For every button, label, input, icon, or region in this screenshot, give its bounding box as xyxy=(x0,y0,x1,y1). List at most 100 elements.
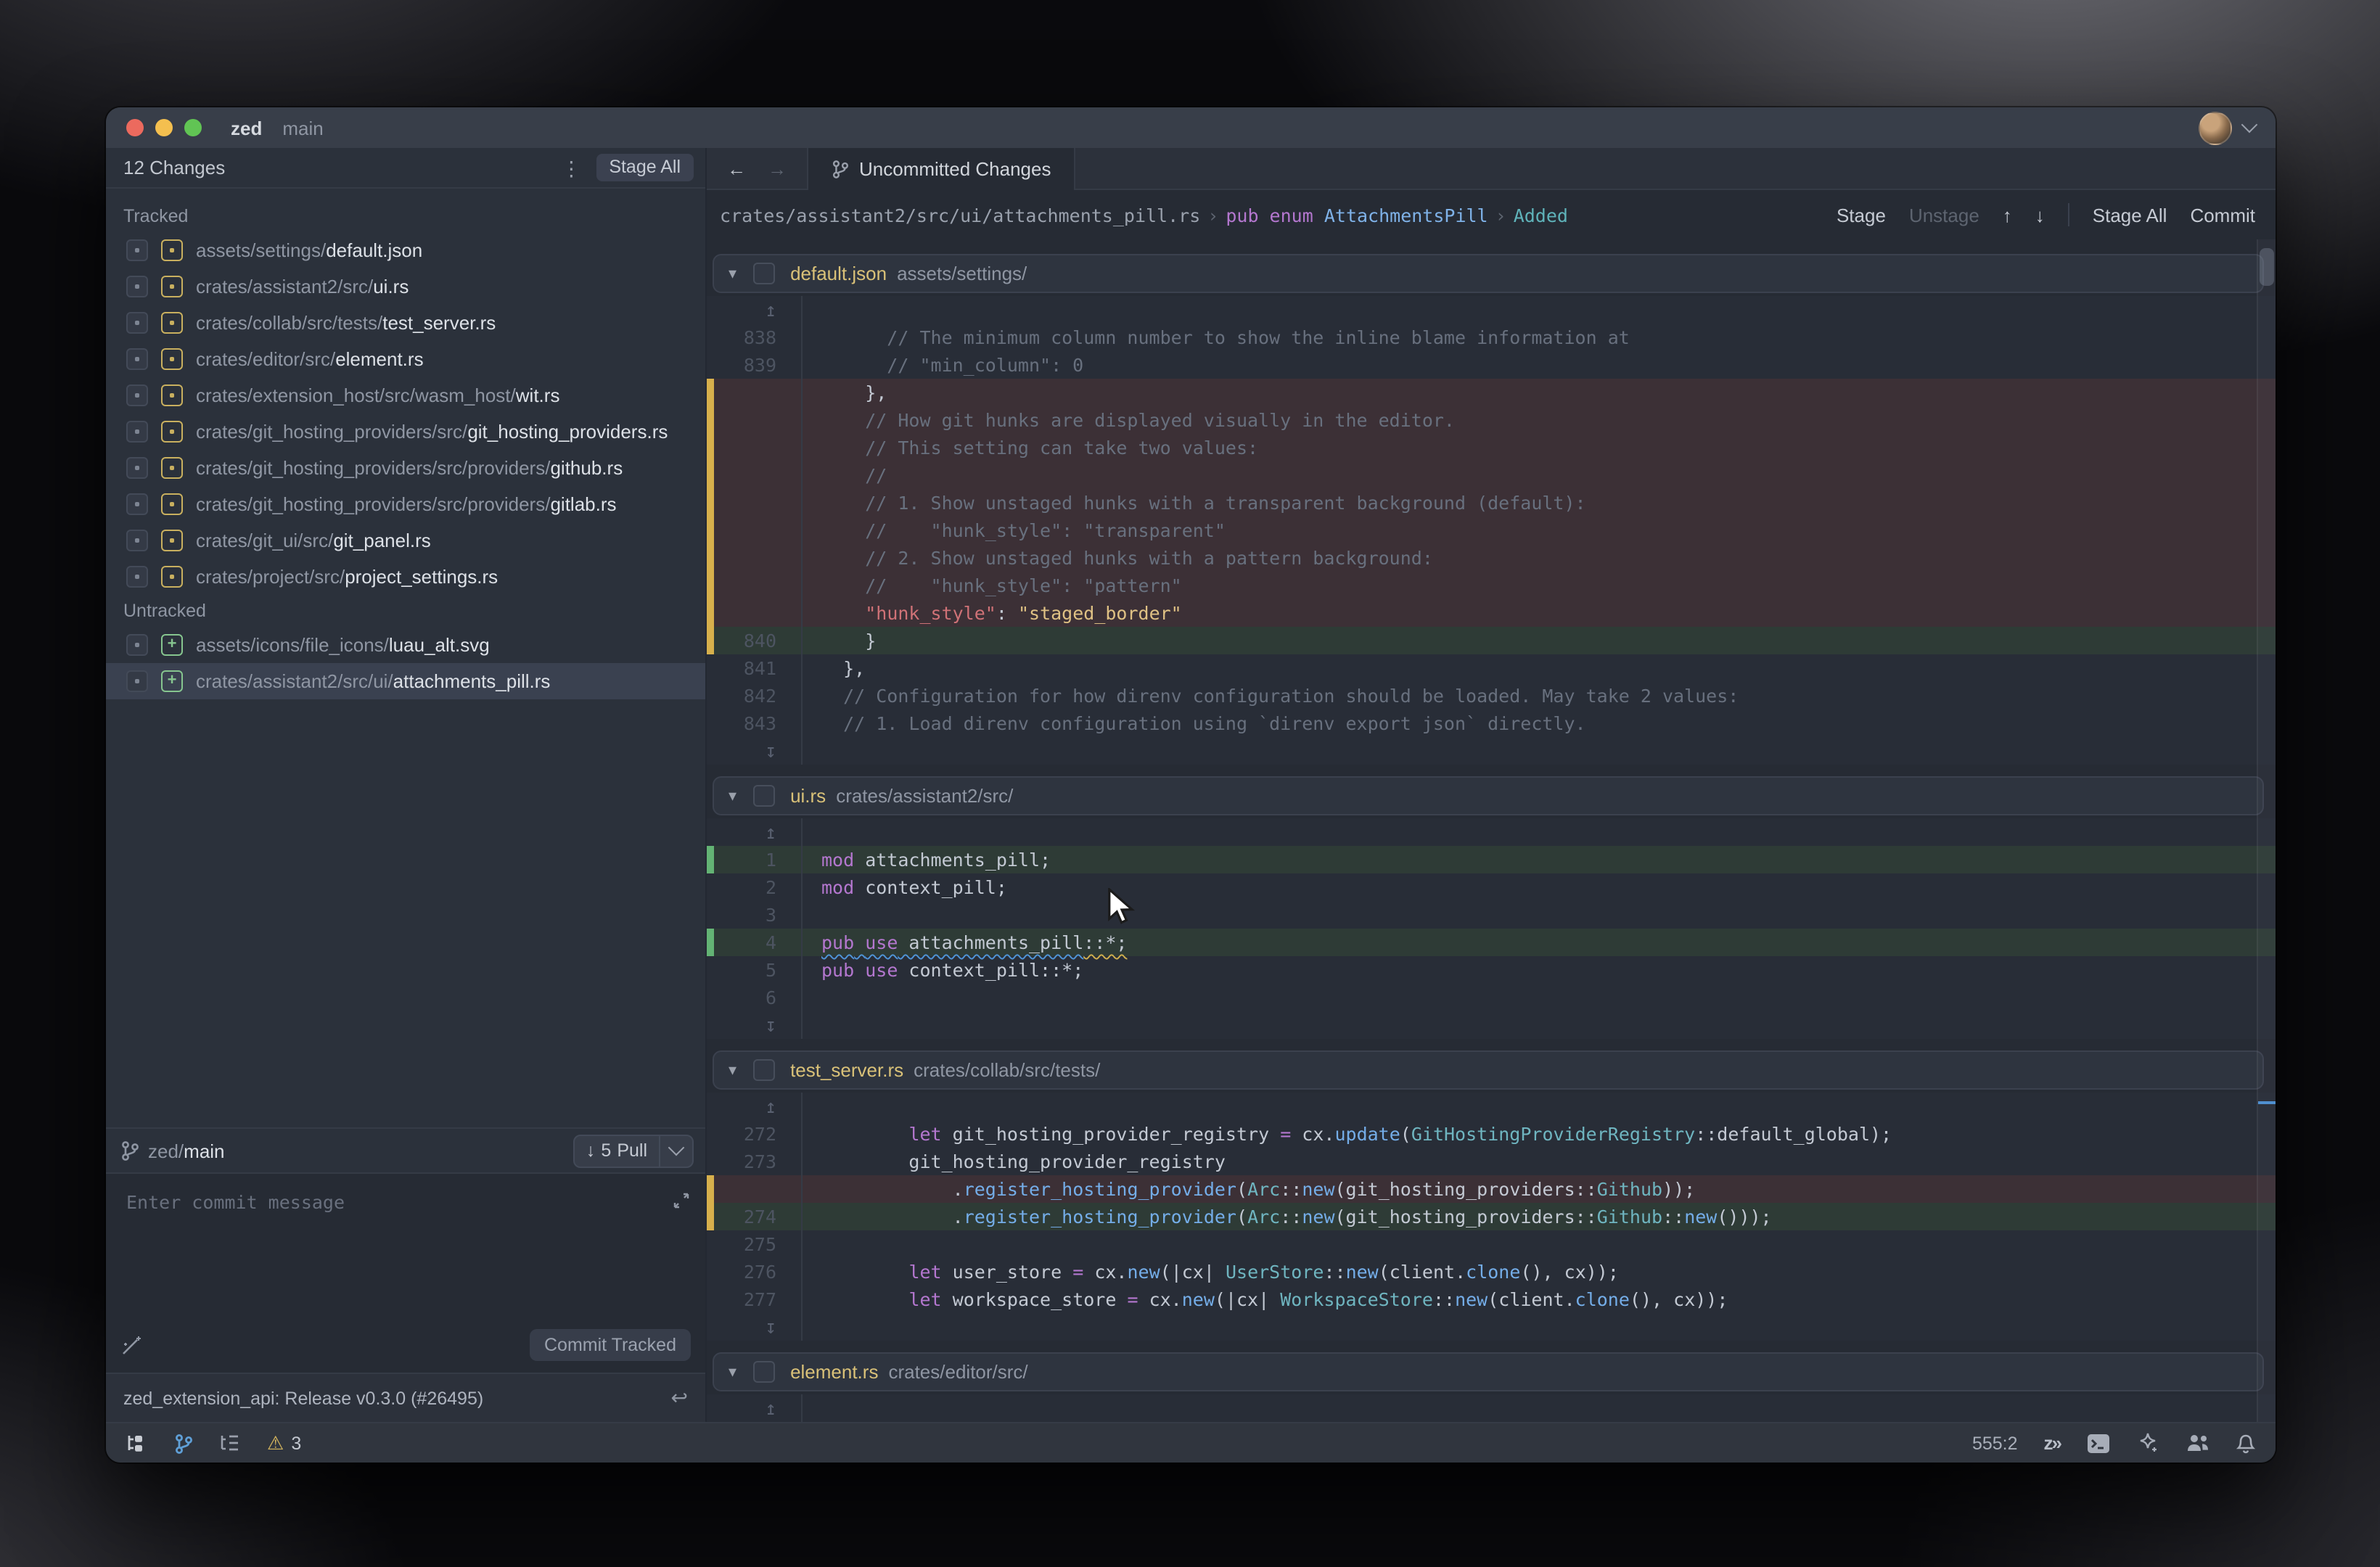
ai-assistant-icon[interactable] xyxy=(2136,1432,2159,1454)
expand-up-icon[interactable]: ↥ xyxy=(765,1399,776,1420)
file-checkbox[interactable] xyxy=(126,566,148,588)
pull-down-icon: ↓ xyxy=(586,1140,596,1161)
file-item[interactable]: crates/collab/src/tests/test_server.rs xyxy=(106,305,705,341)
expand-up-icon[interactable]: ↥ xyxy=(765,1097,776,1119)
file-checkbox[interactable] xyxy=(126,348,148,370)
stage-all-button-toolbar[interactable]: Stage All xyxy=(2093,204,2167,226)
hunk-stage-checkbox[interactable] xyxy=(752,1361,774,1383)
outline-panel-icon[interactable] xyxy=(219,1434,241,1452)
file-item[interactable]: crates/extension_host/src/wasm_host/wit.… xyxy=(106,377,705,414)
file-item[interactable]: crates/git_hosting_providers/src/provide… xyxy=(106,450,705,486)
hunk-file-header[interactable]: ▾test_server.rscrates/collab/src/tests/ xyxy=(713,1050,2264,1090)
diagnostics-indicator[interactable]: ⚠ 3 xyxy=(267,1431,301,1455)
collaboration-icon[interactable] xyxy=(2186,1434,2210,1452)
chevron-down-icon[interactable]: ▾ xyxy=(729,786,736,805)
file-item[interactable]: +assets/icons/file_icons/luau_alt.svg xyxy=(106,627,705,663)
file-checkbox[interactable] xyxy=(126,239,148,261)
code-line: // "hunk_style": "transparent" xyxy=(803,517,1226,544)
file-checkbox[interactable] xyxy=(126,634,148,656)
gutter-separator xyxy=(785,489,803,517)
expand-down-icon[interactable]: ↧ xyxy=(765,1317,776,1339)
last-commit-message[interactable]: zed_extension_api: Release v0.3.0 (#2649… xyxy=(123,1388,483,1408)
file-item[interactable]: crates/assistant2/src/ui.rs xyxy=(106,268,705,305)
hunk-status-bar xyxy=(707,599,714,627)
file-item[interactable]: assets/settings/default.json xyxy=(106,232,705,268)
chevron-down-icon[interactable] xyxy=(2241,117,2258,133)
navigate-back-icon[interactable]: ← xyxy=(727,157,746,179)
file-checkbox[interactable] xyxy=(126,530,148,551)
pull-options-chevron[interactable] xyxy=(660,1148,692,1153)
expand-down-icon[interactable]: ↧ xyxy=(765,741,776,763)
file-item[interactable]: crates/project/src/project_settings.rs xyxy=(106,559,705,595)
terminal-icon[interactable] xyxy=(2087,1433,2110,1453)
commit-button[interactable]: Commit xyxy=(2190,204,2255,226)
hunk-stage-checkbox[interactable] xyxy=(752,1059,774,1081)
status-modified-icon xyxy=(161,530,183,551)
unstage-button[interactable]: Unstage xyxy=(1909,204,1979,226)
code-row: 1mod attachments_pill; xyxy=(707,846,2276,873)
chevron-down-icon[interactable]: ▾ xyxy=(729,1061,736,1079)
expand-up-icon[interactable]: ↥ xyxy=(765,300,776,322)
notifications-bell-icon[interactable] xyxy=(2236,1433,2255,1453)
hunk-file-header[interactable]: ▾default.jsonassets/settings/ xyxy=(713,254,2264,293)
commit-tracked-button[interactable]: Commit Tracked xyxy=(530,1329,691,1361)
expand-down-icon[interactable]: ↧ xyxy=(765,1016,776,1037)
titlebar-branch[interactable]: main xyxy=(282,117,323,139)
next-hunk-icon[interactable]: ↓ xyxy=(2035,204,2045,226)
expand-commit-editor-icon[interactable] xyxy=(672,1191,691,1210)
code-row: 273 git_hosting_provider_registry xyxy=(707,1148,2276,1175)
gutter-separator xyxy=(785,1120,803,1148)
code-row: "hunk_style": "staged_border" xyxy=(707,599,2276,627)
code-line xyxy=(803,818,821,846)
chevron-down-icon[interactable]: ▾ xyxy=(729,1362,736,1381)
tab-uncommitted-changes[interactable]: Uncommitted Changes xyxy=(808,148,1075,190)
overflow-menu-icon[interactable]: ⋮ xyxy=(558,157,584,178)
uncommit-icon[interactable]: ↩ xyxy=(671,1386,688,1410)
git-branch-icon[interactable] xyxy=(174,1433,193,1453)
stage-button[interactable]: Stage xyxy=(1837,204,1886,226)
project-name[interactable]: zed xyxy=(231,117,262,139)
minimize-window-button[interactable] xyxy=(155,119,173,136)
file-checkbox[interactable] xyxy=(126,457,148,479)
line-number: 274 xyxy=(707,1203,785,1230)
expand-up-icon[interactable]: ↥ xyxy=(765,823,776,844)
scrollbar[interactable] xyxy=(2257,239,2276,1422)
hunk-stage-checkbox[interactable] xyxy=(752,785,774,807)
diff-editor: ← → Uncommitted Changes xyxy=(707,148,2276,1422)
file-checkbox[interactable] xyxy=(126,670,148,692)
zed-channels-icon[interactable]: z» xyxy=(2044,1432,2061,1454)
hunk-file-header[interactable]: ▾element.rscrates/editor/src/ xyxy=(713,1352,2264,1391)
checkbox-dot xyxy=(135,429,139,434)
chevron-down-icon[interactable]: ▾ xyxy=(729,264,736,283)
generate-commit-message-icon[interactable] xyxy=(120,1334,142,1356)
cursor-position[interactable]: 555:2 xyxy=(1972,1433,2018,1453)
commit-message-input[interactable] xyxy=(123,1188,662,1281)
zoom-window-button[interactable] xyxy=(184,119,202,136)
file-item[interactable]: crates/editor/src/element.rs xyxy=(106,341,705,377)
file-checkbox[interactable] xyxy=(126,421,148,443)
close-window-button[interactable] xyxy=(126,119,144,136)
file-item[interactable]: crates/git_hosting_providers/src/git_hos… xyxy=(106,414,705,450)
previous-hunk-icon[interactable]: ↑ xyxy=(2003,204,2012,226)
breadcrumb[interactable]: crates/assistant2/src/ui/attachments_pil… xyxy=(720,204,1568,226)
project-panel-icon[interactable] xyxy=(126,1433,148,1453)
file-path: crates/git_hosting_providers/src/git_hos… xyxy=(196,421,668,443)
gutter-separator xyxy=(785,1258,803,1286)
file-item[interactable]: +crates/assistant2/src/ui/attachments_pi… xyxy=(106,663,705,699)
pull-button[interactable]: ↓ 5 Pull xyxy=(573,1134,694,1167)
user-avatar[interactable] xyxy=(2199,111,2232,144)
scrollbar-thumb[interactable] xyxy=(2260,248,2274,286)
navigate-forward-icon[interactable]: → xyxy=(768,157,787,179)
current-branch[interactable]: zed/main xyxy=(148,1140,225,1161)
file-checkbox[interactable] xyxy=(126,276,148,297)
hunk-stage-checkbox[interactable] xyxy=(752,263,774,284)
hunk-file-header[interactable]: ▾ui.rscrates/assistant2/src/ xyxy=(713,776,2264,815)
file-checkbox[interactable] xyxy=(126,493,148,515)
file-checkbox[interactable] xyxy=(126,312,148,334)
gutter-separator xyxy=(785,406,803,434)
file-item[interactable]: crates/git_ui/src/git_panel.rs xyxy=(106,522,705,559)
file-item[interactable]: crates/git_hosting_providers/src/provide… xyxy=(106,486,705,522)
code-line xyxy=(803,1230,821,1258)
file-checkbox[interactable] xyxy=(126,384,148,406)
stage-all-button[interactable]: Stage All xyxy=(596,155,694,181)
